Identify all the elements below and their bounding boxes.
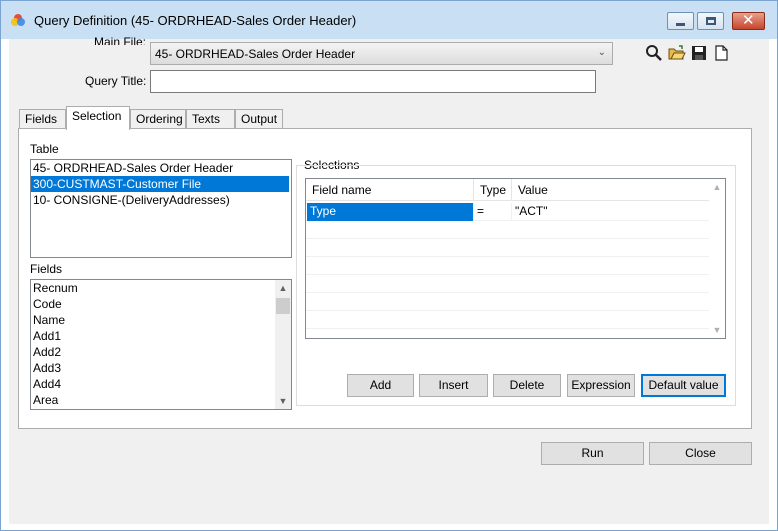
title-bar[interactable]: Query Definition (45- ORDRHEAD-Sales Ord…	[1, 1, 777, 39]
chevron-down-icon[interactable]: ▼	[275, 393, 291, 409]
dialog-body: Main File: 45- ORDRHEAD-Sales Order Head…	[9, 35, 769, 524]
tab-ordering[interactable]: Ordering	[130, 109, 186, 129]
fields-label: Fields	[30, 262, 63, 276]
list-item[interactable]: Add2	[31, 344, 291, 360]
chevron-up-icon[interactable]: ▲	[275, 280, 291, 296]
tab-label: Texts	[192, 112, 221, 126]
minimize-icon	[676, 23, 685, 26]
list-item[interactable]: Add4	[31, 376, 291, 392]
chevron-down-icon: ⌄	[597, 47, 606, 58]
insert-button[interactable]: Insert	[419, 374, 488, 397]
list-item[interactable]: Area	[31, 392, 291, 408]
table-row[interactable]	[306, 275, 710, 293]
column-header-type[interactable]: Type	[474, 179, 512, 201]
tab-output[interactable]: Output	[235, 109, 283, 129]
list-item[interactable]: Code	[31, 296, 291, 312]
add-button[interactable]: Add	[347, 374, 414, 397]
main-file-label: Main File:	[94, 35, 147, 45]
table-listbox[interactable]: 45- ORDRHEAD-Sales Order Header 300-CUST…	[30, 159, 292, 258]
table-row[interactable]	[306, 293, 710, 311]
fields-listbox[interactable]: Recnum Code Name Add1 Add2 Add3 Add4 Are…	[30, 279, 292, 410]
tab-fields[interactable]: Fields	[19, 109, 66, 129]
maximize-icon	[706, 17, 716, 25]
chevron-up-icon[interactable]: ▲	[709, 179, 725, 195]
selections-groupbox: Field name Type Value Type = "ACT" ▲ ▼ A…	[296, 165, 736, 406]
close-window-button[interactable]: ✕	[732, 11, 765, 30]
column-header-value[interactable]: Value	[512, 179, 710, 201]
query-definition-window: Query Definition (45- ORDRHEAD-Sales Ord…	[0, 0, 778, 531]
table-row[interactable]	[306, 221, 710, 239]
list-item[interactable]: Recnum	[31, 280, 291, 296]
maximize-button[interactable]	[697, 12, 724, 30]
selection-tab-panel: Table 45- ORDRHEAD-Sales Order Header 30…	[18, 128, 752, 429]
list-item[interactable]: Add3	[31, 360, 291, 376]
tab-label: Fields	[25, 112, 58, 126]
list-item[interactable]: 45- ORDRHEAD-Sales Order Header	[31, 160, 291, 176]
query-title-input[interactable]	[150, 70, 596, 93]
chevron-down-icon[interactable]: ▼	[709, 322, 725, 338]
cell-type[interactable]: =	[474, 203, 512, 221]
close-button[interactable]: Close	[649, 442, 752, 465]
list-item[interactable]: 300-CUSTMAST-Customer File	[31, 176, 289, 192]
tab-selection[interactable]: Selection	[66, 106, 130, 130]
column-header-field-name[interactable]: Field name	[306, 179, 474, 201]
tab-texts[interactable]: Texts	[186, 109, 235, 129]
table-row[interactable]	[306, 257, 710, 275]
tab-label: Output	[241, 112, 278, 126]
expression-button[interactable]: Expression	[567, 374, 635, 397]
query-title-label: Query Title:	[85, 74, 147, 88]
cell-value[interactable]: "ACT"	[512, 203, 710, 221]
table-row[interactable]	[306, 239, 710, 257]
tab-label: Ordering	[136, 112, 183, 126]
delete-button[interactable]: Delete	[493, 374, 561, 397]
search-icon[interactable]	[645, 44, 663, 62]
table-row[interactable]	[306, 311, 710, 329]
list-item[interactable]: Add1	[31, 328, 291, 344]
table-label: Table	[30, 142, 59, 156]
list-item[interactable]: Name	[31, 312, 291, 328]
selections-grid[interactable]: Field name Type Value Type = "ACT" ▲ ▼	[305, 178, 726, 339]
fields-scrollbar[interactable]: ▲ ▼	[275, 280, 291, 409]
main-file-value: 45- ORDRHEAD-Sales Order Header	[155, 47, 356, 61]
default-value-button[interactable]: Default value	[641, 374, 726, 397]
main-file-combobox[interactable]: 45- ORDRHEAD-Sales Order Header ⌄	[150, 42, 613, 65]
save-icon[interactable]	[690, 44, 708, 62]
run-button[interactable]: Run	[541, 442, 644, 465]
scroll-thumb[interactable]	[276, 298, 290, 314]
tab-label: Selection	[72, 109, 122, 123]
app-logo-icon	[11, 14, 25, 26]
open-folder-icon[interactable]	[668, 44, 686, 62]
list-item[interactable]: 10- CONSIGNE-(DeliveryAddresses)	[31, 192, 291, 208]
window-title: Query Definition (45- ORDRHEAD-Sales Ord…	[34, 13, 357, 28]
minimize-button[interactable]	[667, 12, 694, 30]
table-row[interactable]: Type = "ACT"	[306, 203, 710, 221]
cell-field-name[interactable]: Type	[307, 203, 474, 221]
close-icon: ✕	[742, 11, 755, 29]
grid-header: Field name Type Value	[306, 179, 710, 201]
grid-scrollbar[interactable]: ▲ ▼	[709, 179, 725, 338]
new-document-icon[interactable]	[712, 44, 730, 62]
